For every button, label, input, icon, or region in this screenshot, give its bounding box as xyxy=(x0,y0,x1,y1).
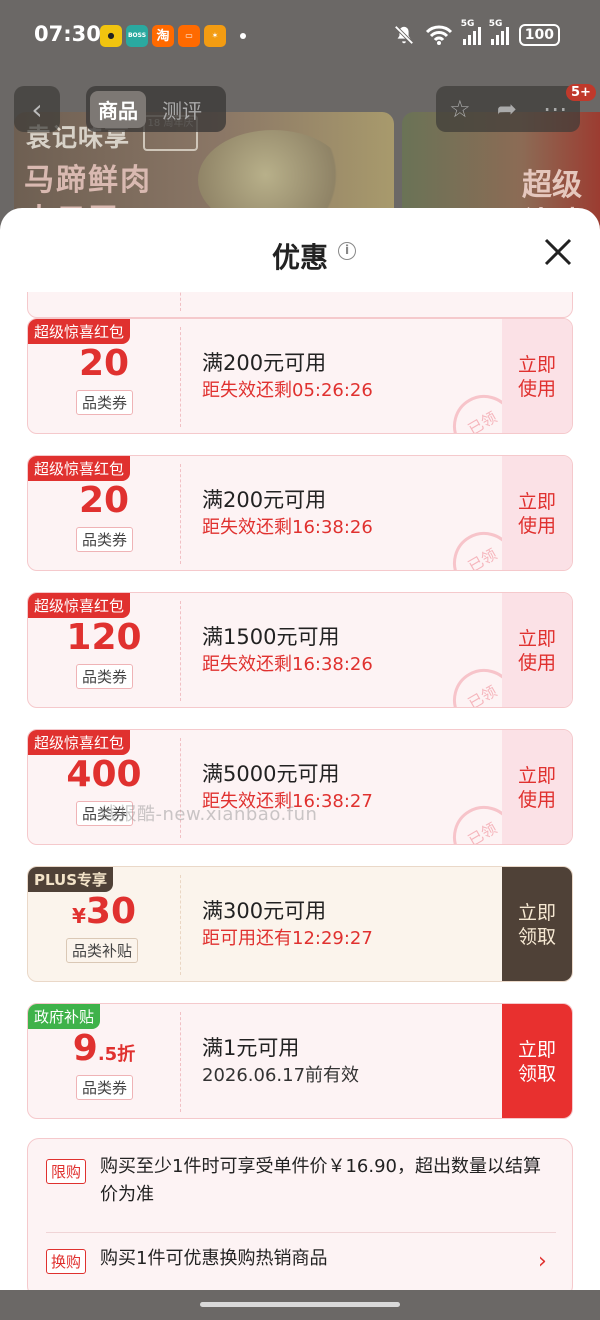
more-icon[interactable]: ⋯ xyxy=(543,95,567,123)
claim-now-button[interactable]: 立即 领取 xyxy=(502,1004,572,1118)
discount-sheet: 优惠 i 超级惊喜红包 20 品类券 满200元可用 距失效还剩05:26:26… xyxy=(0,208,600,1320)
watermark: 线报酷-new.xianbao.fun xyxy=(100,804,318,825)
use-now-button[interactable]: 立即 使用 xyxy=(502,319,572,433)
sheet-title: 优惠 xyxy=(271,241,328,274)
coupon-amount: 400 xyxy=(66,754,142,795)
coupon-amount: 9.5折 xyxy=(28,1028,180,1069)
back-icon: ‹ xyxy=(31,92,43,126)
coupon-tag: 超级惊喜红包 xyxy=(28,319,131,344)
coupon-amount: 20 xyxy=(78,480,130,521)
currency-symbol: ¥ xyxy=(71,904,86,928)
coupon-card: 超级惊喜红包 400 品类券 满5000元可用 距失效还剩16:38:27 已领… xyxy=(27,729,573,845)
coupon-card: 超级惊喜红包 20 品类券 满200元可用 距失效还剩05:26:26 已领 立… xyxy=(27,318,573,434)
app-icon-1: ● xyxy=(100,25,122,47)
promo-box: 限购 购买至少1件时可享受单件价￥16.90，超出数量以结算价为准 换购 购买1… xyxy=(27,1138,573,1298)
status-app-icons: ● BOSS 淘 ▭ ✶ xyxy=(100,25,246,47)
signal-label-2: 5G xyxy=(488,19,503,29)
chevron-right-icon[interactable]: › xyxy=(538,1249,547,1274)
tab-products[interactable]: 商品 xyxy=(90,90,146,128)
status-right: 5G 5G 100 xyxy=(393,19,560,46)
mute-icon xyxy=(394,25,414,45)
coupon-divider xyxy=(180,1012,181,1112)
home-indicator[interactable] xyxy=(200,1302,400,1307)
promo-divider xyxy=(46,1232,556,1233)
coupon-card-partial xyxy=(27,292,573,318)
favorite-star-icon[interactable]: ☆ xyxy=(449,95,471,123)
coupon-divider xyxy=(180,327,181,427)
wifi-icon xyxy=(425,25,452,45)
use-now-button[interactable]: 立即 使用 xyxy=(502,593,572,707)
coupon-list[interactable]: 超级惊喜红包 20 品类券 满200元可用 距失效还剩05:26:26 已领 立… xyxy=(0,292,600,1320)
exchange-purchase-tag: 换购 xyxy=(46,1249,87,1274)
coupon-type: 品类券 xyxy=(76,527,134,552)
coupon-tag: 超级惊喜红包 xyxy=(28,456,131,481)
close-icon[interactable] xyxy=(540,234,576,270)
message-count-badge: 5+ xyxy=(566,84,596,101)
navigation-bar xyxy=(0,1290,600,1320)
coupon-expiry: 距失效还剩05:26:26 xyxy=(202,380,373,401)
signal-label-1: 5G xyxy=(460,19,475,29)
discount-main: 9 xyxy=(72,1028,98,1069)
app-icon-4: ▭ xyxy=(178,25,200,47)
share-icon[interactable]: ➦ xyxy=(497,95,517,123)
coupon-amount: 120 xyxy=(66,617,142,658)
use-now-button[interactable]: 立即 使用 xyxy=(502,456,572,570)
coupon-expiry: 距失效还剩16:38:26 xyxy=(202,654,373,675)
signal-icon-1: 5G xyxy=(461,19,481,45)
top-right-actions: ☆ ➦ ⋯ xyxy=(436,86,580,132)
app-icon-boss: BOSS xyxy=(126,25,148,47)
claim-now-button[interactable]: 立即 领取 xyxy=(502,867,572,981)
signal-icon-2: 5G xyxy=(489,19,509,45)
app-icon-5: ✶ xyxy=(204,25,226,47)
plus-coupon-card: PLUS专享 ¥30 品类补贴 满300元可用 距可用还有12:29:27 立即… xyxy=(27,866,573,982)
coupon-available-countdown: 距可用还有12:29:27 xyxy=(202,928,373,949)
info-icon[interactable]: i xyxy=(338,242,356,260)
status-dot xyxy=(240,33,246,39)
sheet-header: 优惠 i xyxy=(0,208,600,292)
status-time: 07:30 xyxy=(34,22,101,46)
coupon-expiry: 距失效还剩16:38:26 xyxy=(202,517,373,538)
coupon-tag: 超级惊喜红包 xyxy=(28,593,131,618)
coupon-tag: 超级惊喜红包 xyxy=(28,730,131,755)
coupon-type: 品类券 xyxy=(76,1075,134,1100)
back-button[interactable]: ‹ xyxy=(14,86,60,132)
battery-icon: 100 xyxy=(518,24,560,46)
tab-reviews[interactable]: 测评 xyxy=(154,91,210,128)
coupon-divider xyxy=(180,875,181,975)
coupon-type: 品类补贴 xyxy=(66,938,139,963)
coupon-divider xyxy=(180,601,181,701)
coupon-type: 品类券 xyxy=(76,664,134,689)
coupon-card: 超级惊喜红包 20 品类券 满200元可用 距失效还剩16:38:26 已领 立… xyxy=(27,455,573,571)
coupon-condition: 满300元可用 xyxy=(202,899,327,923)
coupon-type: 品类券 xyxy=(76,390,134,415)
discount-sub: .5折 xyxy=(97,1044,136,1065)
coupon-condition: 满200元可用 xyxy=(202,488,327,512)
purchase-limit-tag: 限购 xyxy=(46,1159,87,1184)
coupon-amount: 20 xyxy=(78,343,130,384)
coupon-expiry: 2026.06.17前有效 xyxy=(202,1065,360,1086)
coupon-amount-value: 30 xyxy=(85,891,137,932)
coupon-condition: 满1元可用 xyxy=(202,1036,300,1060)
coupon-card: 超级惊喜红包 120 品类券 满1500元可用 距失效还剩16:38:26 已领… xyxy=(27,592,573,708)
gov-subsidy-coupon-card: 政府补贴 9.5折 品类券 满1元可用 2026.06.17前有效 立即 领取 xyxy=(27,1003,573,1119)
page-tabs: 商品 测评 xyxy=(86,86,226,132)
gov-subsidy-tag: 政府补贴 xyxy=(28,1004,101,1029)
coupon-divider xyxy=(180,464,181,564)
exchange-purchase-text[interactable]: 购买1件可优惠换购热销商品 xyxy=(100,1245,327,1273)
app-icon-taobao: 淘 xyxy=(152,25,174,47)
purchase-limit-text: 购买至少1件时可享受单件价￥16.90，超出数量以结算价为准 xyxy=(100,1156,541,1205)
status-bar: 07:30 ● BOSS 淘 ▭ ✶ 5G 5G 100 xyxy=(0,0,600,72)
coupon-condition: 满200元可用 xyxy=(202,351,327,375)
coupon-amount: ¥30 xyxy=(28,891,180,932)
banner-line2: 马蹄鲜肉 xyxy=(24,163,152,198)
coupon-condition: 满1500元可用 xyxy=(202,625,340,649)
coupon-condition: 满5000元可用 xyxy=(202,762,340,786)
plus-tag: PLUS专享 xyxy=(28,867,114,892)
use-now-button[interactable]: 立即 使用 xyxy=(502,730,572,844)
